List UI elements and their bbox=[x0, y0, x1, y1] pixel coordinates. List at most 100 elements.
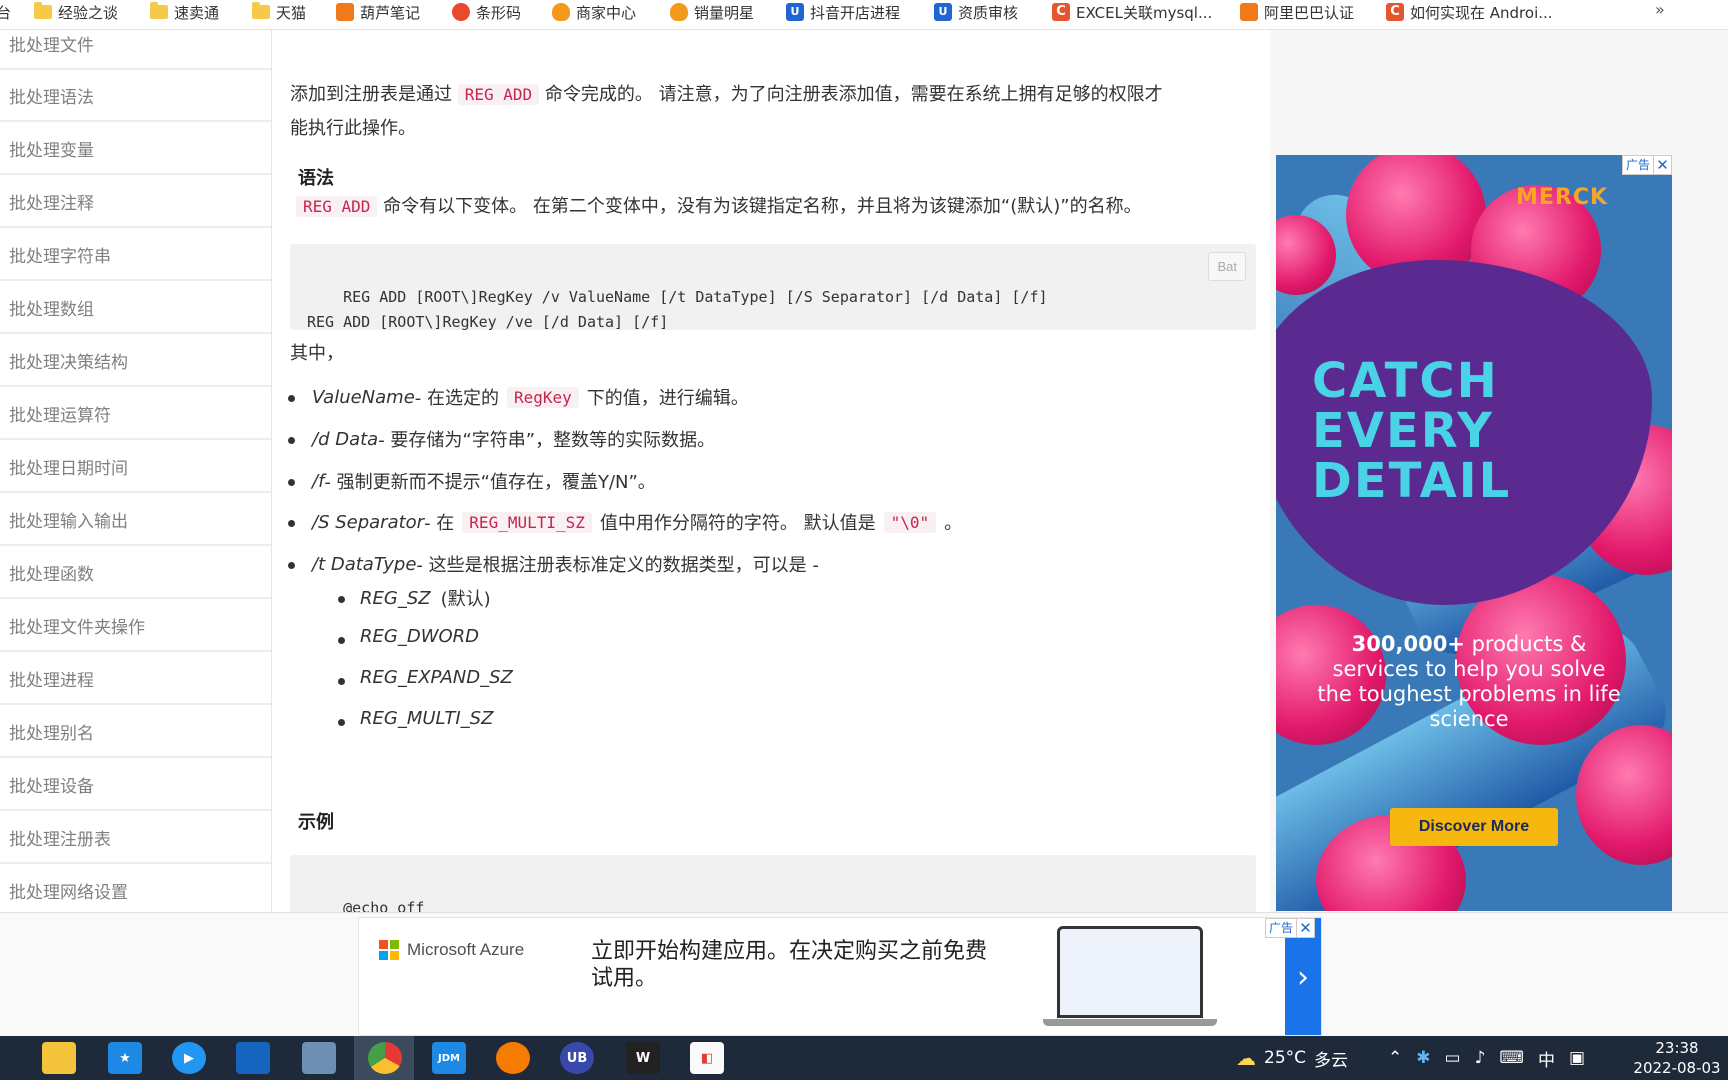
bookmark-item[interactable]: 经验之谈 bbox=[34, 0, 118, 24]
bookmark-item[interactable]: C EXCEL关联mysql... bbox=[1052, 0, 1212, 24]
jdm-app-icon[interactable]: JDM bbox=[432, 1042, 466, 1074]
inline-code: "\0" bbox=[883, 511, 937, 533]
bookmark-item[interactable]: 阿里巴巴认证 bbox=[1240, 0, 1354, 24]
sidebar-item[interactable]: 批处理进程 bbox=[0, 653, 271, 705]
sidebar-item[interactable]: 批处理文件 bbox=[0, 30, 271, 70]
syntax-heading: 语法 bbox=[298, 168, 334, 189]
ad-body: 300,000+ products & services to help you… bbox=[1317, 632, 1621, 731]
weather-widget[interactable]: ☁ 25°C 多云 bbox=[1236, 1036, 1348, 1080]
volume-icon[interactable]: ♪ bbox=[1475, 1048, 1486, 1068]
ime-mode-icon[interactable]: ▣ bbox=[1569, 1048, 1585, 1068]
network-icon[interactable]: ▭ bbox=[1445, 1048, 1461, 1068]
bullet bbox=[288, 479, 295, 486]
where-label: 其中， bbox=[290, 343, 344, 364]
csdn-icon: C bbox=[1052, 3, 1070, 21]
desktop-app-icon[interactable] bbox=[302, 1042, 336, 1074]
bookmark-item[interactable]: 条形码 bbox=[452, 0, 521, 24]
syntax-paragraph: REG ADD 命令有以下变体。 在第二个变体中，没有为该键指定名称，并且将为该… bbox=[296, 190, 1256, 224]
wps-icon[interactable]: W bbox=[626, 1042, 660, 1074]
sidebar-item[interactable]: 批处理别名 bbox=[0, 706, 271, 758]
sidebar-item[interactable]: 批处理注释 bbox=[0, 176, 271, 228]
bullet bbox=[288, 520, 295, 527]
bookmark-item[interactable]: 天猫 bbox=[252, 0, 306, 24]
search-app-icon[interactable] bbox=[496, 1042, 530, 1074]
blue-u-icon: U bbox=[934, 3, 952, 21]
sidebar-item[interactable]: 批处理文件夹操作 bbox=[0, 600, 271, 652]
sidebar-item[interactable]: 批处理运算符 bbox=[0, 388, 271, 440]
bullet bbox=[288, 562, 295, 569]
ad-headline: EVERY bbox=[1312, 403, 1494, 459]
bookmarks-bar: 台 经验之谈 速卖通 天猫 葫芦笔记 条形码 商家中心 销量明星 U 抖音开店进程… bbox=[0, 0, 1728, 30]
bookmarks-more-button[interactable]: » bbox=[1655, 0, 1665, 19]
bullet bbox=[288, 395, 295, 402]
list-item: REG_SZ (默认) bbox=[338, 585, 491, 611]
inline-code: REG ADD bbox=[457, 84, 540, 105]
ad-text: 立即开始构建应用。在决定购买之前免费试用。 bbox=[591, 939, 988, 991]
sidebar-item[interactable]: 批处理函数 bbox=[0, 547, 271, 599]
chevron-up-icon[interactable]: ⌃ bbox=[1388, 1048, 1402, 1068]
bullet bbox=[338, 678, 345, 685]
office-app-icon[interactable]: ◧ bbox=[690, 1042, 724, 1074]
sidebar-item[interactable]: 批处理网络设置 bbox=[0, 865, 271, 912]
bookmark-item[interactable]: 商家中心 bbox=[552, 0, 636, 24]
bookmark-item[interactable]: 速卖通 bbox=[150, 0, 219, 24]
discover-more-button[interactable]: Discover More bbox=[1390, 808, 1558, 846]
sidebar-item[interactable]: 批处理语法 bbox=[0, 70, 271, 122]
syntax-code-block[interactable]: REG ADD [ROOT\]RegKey /v ValueName [/t D… bbox=[290, 244, 1256, 330]
blue-u-icon: U bbox=[786, 3, 804, 21]
example-heading: 示例 bbox=[298, 812, 334, 833]
bookmark-item[interactable]: 台 bbox=[0, 0, 11, 24]
microsoft-logo-icon bbox=[379, 940, 399, 960]
ub-app-icon[interactable]: UB bbox=[560, 1042, 594, 1074]
bookmark-item[interactable]: 葫芦笔记 bbox=[336, 0, 420, 24]
ime-indicator[interactable]: 中 bbox=[1538, 1046, 1555, 1071]
close-icon[interactable]: ✕ bbox=[1296, 919, 1314, 937]
list-item: /S Separator - 在 REG_MULTI_SZ 值中用作分隔符的字符… bbox=[288, 509, 962, 535]
inline-code: REG ADD bbox=[296, 196, 378, 217]
azure-ad[interactable]: Microsoft Azure 立即开始构建应用。在决定购买之前免费试用。 › bbox=[358, 917, 1322, 1036]
system-tray: ⌃ ✱ ▭ ♪ ⌨ 中 ▣ bbox=[1388, 1036, 1585, 1080]
bullet bbox=[288, 437, 295, 444]
ad-headline: CATCH bbox=[1312, 353, 1499, 409]
bullet bbox=[338, 719, 345, 726]
inline-code: RegKey bbox=[507, 386, 579, 408]
laptop-image bbox=[1057, 926, 1203, 1018]
example-code-block[interactable]: @echo off REG ADD HKEY_CURRENT_USER\Cons… bbox=[290, 855, 1256, 912]
bookmark-item[interactable]: C 如何实现在 Androi... bbox=[1386, 0, 1553, 24]
keyboard-icon[interactable]: ⌨ bbox=[1499, 1048, 1524, 1068]
star-app-icon[interactable]: ★ bbox=[108, 1042, 142, 1074]
sidebar-item[interactable]: 批处理设备 bbox=[0, 759, 271, 811]
intro-paragraph: 添加到注册表是通过 REG ADD 命令完成的。 请注意，为了向注册表添加值，需… bbox=[290, 84, 1163, 139]
file-explorer-icon[interactable] bbox=[42, 1042, 76, 1074]
gourd-icon bbox=[336, 3, 354, 21]
media-player-icon[interactable]: ▶ bbox=[172, 1042, 206, 1074]
clock[interactable]: 23:38 2022-08-03 bbox=[1632, 1038, 1722, 1078]
close-icon[interactable]: ✕ bbox=[1653, 156, 1671, 174]
folder-icon bbox=[150, 2, 168, 19]
list-item: REG_EXPAND_SZ bbox=[338, 667, 513, 688]
article-content: 添加到注册表是通过 REG ADD 命令完成的。 请注意，为了向注册表添加值，需… bbox=[272, 30, 1270, 912]
sidebar-item[interactable]: 批处理日期时间 bbox=[0, 441, 271, 493]
star-tray-icon[interactable]: ✱ bbox=[1416, 1048, 1430, 1068]
bookmark-item[interactable]: U 抖音开店进程 bbox=[786, 0, 900, 24]
merchant-icon bbox=[552, 3, 570, 21]
sidebar-item[interactable]: 批处理数组 bbox=[0, 282, 271, 334]
sidebar-item[interactable]: 批处理变量 bbox=[0, 123, 271, 175]
folder-icon bbox=[252, 2, 270, 19]
csdn-icon: C bbox=[1386, 3, 1404, 21]
barcode-site-icon bbox=[452, 3, 470, 21]
list-item: ValueName - 在选定的 RegKey 下的值，进行编辑。 bbox=[288, 384, 749, 410]
bullet bbox=[338, 637, 345, 644]
ad-flag: 广告 ✕ bbox=[1621, 155, 1672, 175]
bookmark-item[interactable]: U 资质审核 bbox=[934, 0, 1018, 24]
list-item: REG_DWORD bbox=[338, 626, 479, 647]
chrome-icon[interactable] bbox=[368, 1042, 402, 1074]
sidebar-item[interactable]: 批处理输入输出 bbox=[0, 494, 271, 546]
feishu-icon[interactable] bbox=[236, 1042, 270, 1074]
bookmark-item[interactable]: 销量明星 bbox=[670, 0, 754, 24]
merck-ad[interactable]: MERCK CATCH EVERY DETAIL 300,000+ produc… bbox=[1276, 155, 1672, 911]
sidebar-item[interactable]: 批处理注册表 bbox=[0, 812, 271, 864]
microsoft-azure-logo: Microsoft Azure bbox=[379, 940, 524, 960]
sidebar-item[interactable]: 批处理决策结构 bbox=[0, 335, 271, 387]
sidebar-item[interactable]: 批处理字符串 bbox=[0, 229, 271, 281]
